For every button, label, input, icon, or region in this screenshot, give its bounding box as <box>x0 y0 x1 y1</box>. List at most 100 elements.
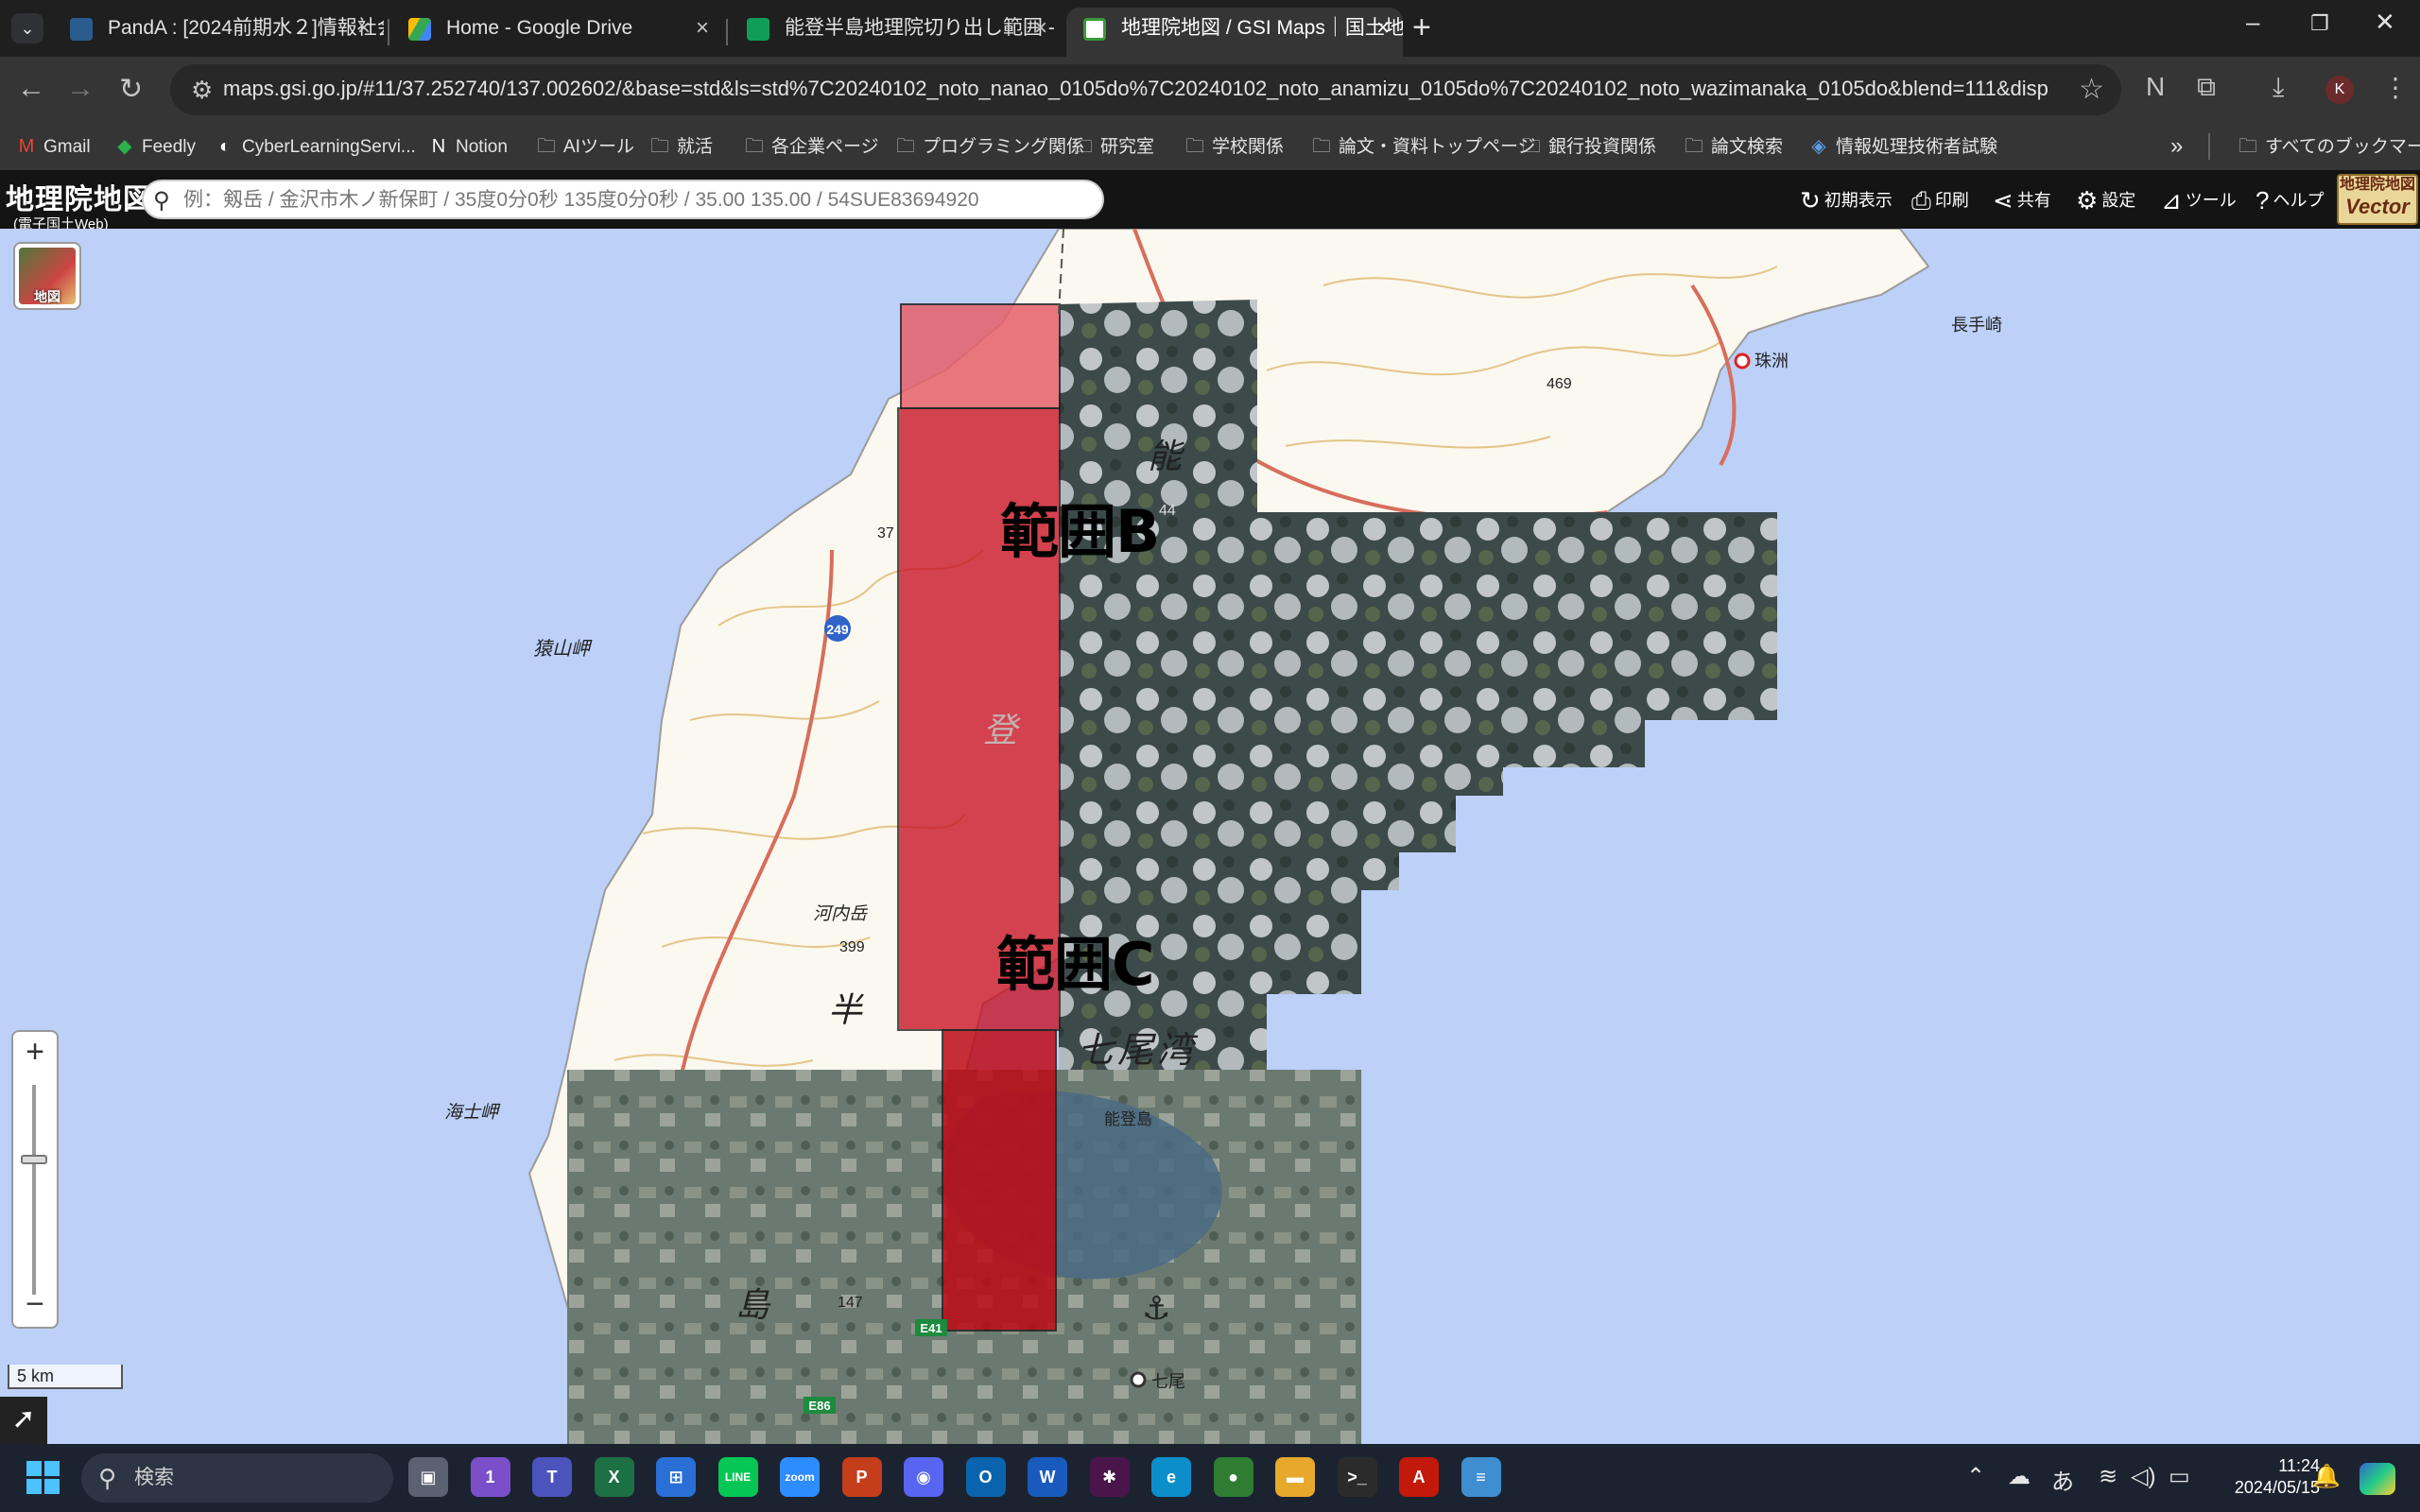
help-button[interactable]: ? ヘルプ <box>2256 185 2324 215</box>
task-view-icon[interactable]: ▣ <box>408 1457 448 1497</box>
tab-google-sheets[interactable]: 能登半島地理院切り出し範囲 - G × <box>730 8 1061 57</box>
back-arrow-icon[interactable]: ← <box>17 73 45 105</box>
minimize-icon[interactable]: – <box>2246 8 2259 37</box>
extensions-puzzle-icon[interactable]: ⧉ <box>2197 72 2216 103</box>
discord-icon[interactable]: ◉ <box>904 1457 943 1497</box>
close-window-icon[interactable]: ✕ <box>2375 8 2395 37</box>
windows-taskbar: ⚲ 検索 ▣ 1 T X ⊞ LINE zoom P ◉ O W ✱ e ● ▬ >_ A ≡ ⌃ ☁ あ ≋ ◁… <box>0 1444 2420 1512</box>
download-icon[interactable]: ⤓ <box>2273 72 2284 103</box>
close-tab-icon[interactable]: × <box>1034 8 1047 49</box>
elevation-147: 147 <box>838 1295 863 1311</box>
search-input[interactable] <box>183 187 1091 214</box>
close-tab-icon[interactable]: × <box>357 8 371 49</box>
teams-notify-icon[interactable]: 1 <box>470 1457 510 1497</box>
restore-icon[interactable]: ❐ <box>2310 11 2329 36</box>
notepad-icon[interactable]: ≡ <box>1461 1457 1501 1497</box>
tab-gsi-maps[interactable]: 地理院地図 / GSI Maps｜国土地 × <box>1066 8 1403 57</box>
copilot-icon[interactable] <box>2360 1463 2395 1495</box>
edge-icon[interactable]: e <box>1151 1457 1191 1497</box>
slack-icon[interactable]: ✱ <box>1089 1457 1130 1497</box>
acrobat-icon[interactable]: A <box>1399 1457 1439 1497</box>
vector-map-badge[interactable]: 地理院地図 Vector <box>2337 174 2418 225</box>
tab-panda[interactable]: PandA : [2024前期水２]情報社会 × <box>53 8 384 57</box>
bookmark-folder-lab[interactable]: 🗀 研究室 <box>1072 130 1154 163</box>
onedrive-warning-icon[interactable]: ☁ <box>2008 1463 2031 1490</box>
gsi-search-box[interactable]: ⚲ <box>142 180 1104 219</box>
share-button[interactable]: ⋖ 共有 <box>1993 185 2051 215</box>
bookmark-folder-school[interactable]: 🗀 学校関係 <box>1184 130 1284 163</box>
bookmark-label: 研究室 <box>1100 137 1155 157</box>
excel-icon[interactable]: X <box>594 1457 634 1497</box>
word-icon[interactable]: W <box>1028 1457 1067 1497</box>
print-button[interactable]: ⎙ 印刷 <box>1911 185 1969 215</box>
volume-icon[interactable]: ◁) <box>2131 1463 2155 1490</box>
bookmark-folder-banking[interactable]: 🗀 銀行投資関係 <box>1520 130 1656 163</box>
place-kouchidake: 河内岳 <box>813 904 868 924</box>
bookmark-feedly[interactable]: ◆ Feedly <box>113 130 196 163</box>
tools-button[interactable]: ⊿ ツール <box>2161 185 2237 215</box>
tab-google-drive[interactable]: Home - Google Drive × <box>391 8 722 57</box>
bookmark-gmail[interactable]: M Gmail <box>15 130 91 163</box>
ms-store-icon[interactable]: ⊞ <box>656 1457 696 1497</box>
file-explorer-icon[interactable]: ▬ <box>1275 1457 1315 1497</box>
taskbar-search[interactable]: ⚲ 検索 <box>81 1453 393 1503</box>
search-icon[interactable]: ⚲ <box>153 187 170 215</box>
zoom-slider-handle[interactable] <box>21 1155 47 1164</box>
bookmark-folder-programming[interactable]: 🗀 プログラミング関係 <box>894 130 1084 163</box>
peninsula-char-no: 能 <box>1148 438 1183 476</box>
reset-view-button[interactable]: ↻ 初期表示 <box>1800 185 1893 215</box>
bookmarks-overflow-chevron-icon[interactable]: » <box>2170 130 2183 163</box>
peninsula-char-tou: 島 <box>735 1286 770 1325</box>
all-bookmarks-folder[interactable]: 🗀 すべてのブックマーク <box>2237 130 2420 163</box>
windows-start-icon[interactable] <box>26 1461 60 1495</box>
line-icon[interactable]: LINE <box>717 1457 758 1497</box>
route-249-number: 249 <box>826 622 849 637</box>
close-tab-icon[interactable]: × <box>696 8 709 49</box>
bookmark-label: 論文・資料トップページ <box>1339 137 1536 157</box>
bookmark-folder-job-hunting[interactable]: 🗀 就活 <box>648 130 713 163</box>
forward-arrow-icon[interactable]: → <box>66 73 95 105</box>
zoom-slider-track[interactable] <box>32 1085 36 1295</box>
show-hidden-icons-chevron-icon[interactable]: ⌃ <box>1966 1463 1985 1490</box>
terminal-icon[interactable]: >_ <box>1337 1457 1377 1497</box>
outlook-icon[interactable]: O <box>965 1457 1006 1497</box>
feedly-icon: ◆ <box>117 136 132 157</box>
battery-icon[interactable]: ▭ <box>2169 1463 2190 1490</box>
bookmark-ipa-exam[interactable]: ◈ 情報処理技術者試験 <box>1807 130 1997 163</box>
wifi-icon[interactable]: ≋ <box>2099 1463 2118 1490</box>
menu-kebab-icon[interactable]: ⋮ <box>2382 72 2409 103</box>
zoom-in-icon[interactable]: + <box>13 1034 57 1071</box>
teams-icon[interactable]: T <box>532 1457 572 1497</box>
gsi-logo[interactable]: 地理院地図 (電子国土Web) <box>6 176 152 233</box>
layer-select-button[interactable]: 地図 <box>13 242 81 310</box>
bookmark-cyberlearning[interactable]: ◐ CyberLearningServi... <box>214 130 416 163</box>
close-tab-icon[interactable]: × <box>1376 8 1390 49</box>
taskbar-clock[interactable]: 11:24 2024/05/15 <box>2216 1455 2320 1499</box>
notion-extension-icon[interactable]: N <box>2146 72 2165 102</box>
notification-bell-icon[interactable]: 🔔 <box>2312 1463 2341 1490</box>
zoom-out-icon[interactable]: − <box>13 1286 57 1323</box>
expand-arrow-icon[interactable]: ➚ <box>0 1397 47 1444</box>
profile-avatar[interactable]: K <box>2325 76 2354 104</box>
zoom-icon[interactable]: zoom <box>780 1457 820 1497</box>
bookmark-folder-ai-tools[interactable]: 🗀 AIツール <box>535 130 634 163</box>
powerpoint-icon[interactable]: P <box>841 1457 882 1497</box>
url-text[interactable]: maps.gsi.go.jp/#11/37.252740/137.002602/… <box>223 77 2048 101</box>
bookmark-star-icon[interactable]: ☆ <box>2079 73 2104 106</box>
ime-indicator[interactable]: あ <box>2051 1463 2074 1496</box>
tab-search-chevron-icon[interactable]: ⌄ <box>11 13 43 43</box>
chrome-icon[interactable]: ● <box>1213 1457 1253 1497</box>
bookmark-folder-companies[interactable]: 🗀 各企業ページ <box>743 130 879 163</box>
bookmark-folder-papers-top[interactable]: 🗀 論文・資料トップページ <box>1310 130 1536 163</box>
new-tab-plus-icon[interactable]: + <box>1412 9 1431 46</box>
tool-label: 共有 <box>2016 191 2051 210</box>
reload-icon[interactable]: ↻ <box>119 73 143 106</box>
address-bar[interactable]: ⚙ maps.gsi.go.jp/#11/37.252740/137.00260… <box>170 64 2121 115</box>
site-settings-icon[interactable]: ⚙ <box>191 76 213 105</box>
bookmark-folder-paper-search[interactable]: 🗀 論文検索 <box>1683 130 1783 163</box>
bookmark-label: Feedly <box>142 137 197 157</box>
settings-button[interactable]: ⚙ 設定 <box>2076 185 2135 215</box>
notion-icon: N <box>431 136 446 157</box>
map-canvas[interactable]: 249 E41 E86 ⚓ 長手崎 珠洲 469 猿山岬 37 44 河内岳 3… <box>0 229 2420 1444</box>
bookmark-notion[interactable]: N Notion <box>427 130 508 163</box>
